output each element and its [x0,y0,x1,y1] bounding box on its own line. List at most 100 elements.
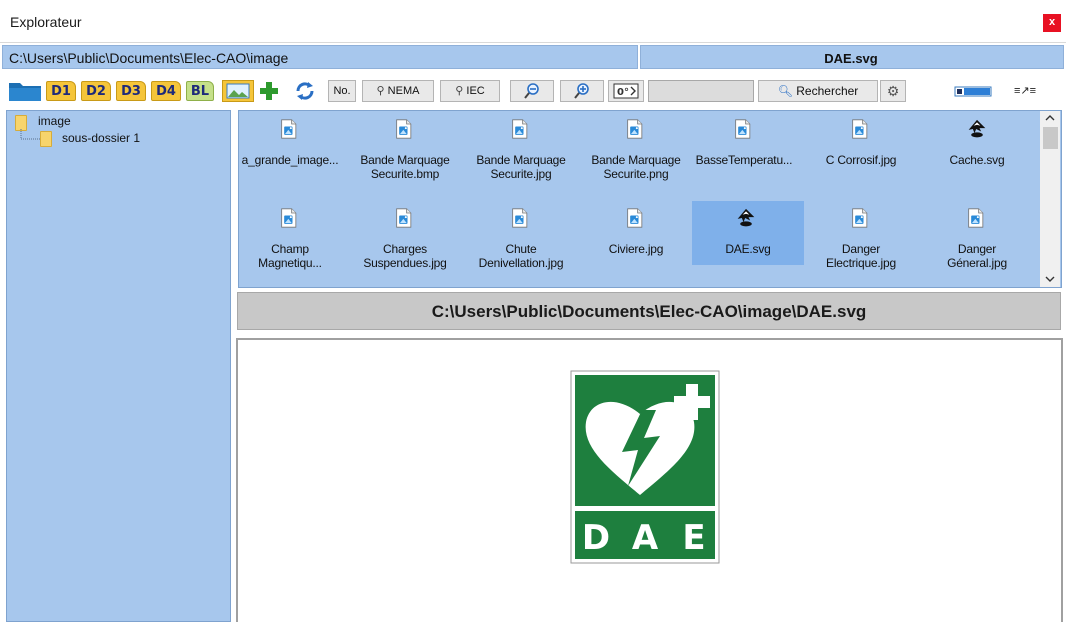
size-slider-icon[interactable] [954,80,992,102]
file-name-line-2: Suspendues.jpg [363,256,447,270]
file-item[interactable]: a_grande_image... [240,112,340,190]
file-name: Champ [271,242,309,256]
file-item[interactable]: BasseTemperatu... [694,112,794,190]
tree-connector [20,129,40,140]
iec-filter-button[interactable]: ⚲ IEC [440,80,500,102]
explorer-window: Explorateur x C:\Users\Public\Documents\… [0,0,1066,622]
dae-letter-a: A [632,518,659,558]
list-view-toggle[interactable]: ≡↗≡ [1014,84,1036,106]
zoom-out-button[interactable] [510,80,554,102]
full-path-bar: C:\Users\Public\Documents\Elec-CAO\image… [237,292,1061,330]
image-file-icon [627,208,643,228]
file-name: Bande Marquage [591,153,681,167]
file-name: Danger [957,242,997,256]
folder-tree [6,110,231,622]
zoom-in-icon [574,83,589,99]
number-button[interactable]: No. [328,80,356,102]
file-item[interactable]: Civiere.jpg [586,201,686,279]
nema-label: NEMA [387,85,420,97]
file-name-line-2: Securite.jpg [490,167,552,181]
selected-file-header: DAE.svg [640,45,1064,69]
file-name: Chute [505,242,537,256]
refresh-icon[interactable] [294,80,316,102]
search-button[interactable]: 🔍︎ Rechercher [758,80,878,102]
tab-d2[interactable]: D2 [81,81,111,101]
folder-icon [40,131,52,147]
rotate-icon: 0° [613,83,639,99]
file-item[interactable]: Charges Suspendues.jpg [355,201,455,279]
file-name-line-2: Denivellation.jpg [478,256,564,270]
zoom-in-button[interactable] [560,80,604,102]
file-name: BasseTemperatu... [695,153,793,167]
filter-icon: ⚲ [376,85,385,97]
current-folder-path-text: C:\Users\Public\Documents\Elec-CAO\image [9,50,289,66]
dae-letter-d: D [582,518,610,558]
image-file-icon [396,208,412,228]
inkscape-icon [968,119,986,138]
dae-sign: D A E [570,370,720,564]
add-icon[interactable] [258,80,280,102]
filter-icon: ⚲ [455,85,464,97]
title-bar: Explorateur x [0,0,1066,43]
file-name: DAE.svg [725,242,771,256]
file-name: a_grande_image... [241,153,339,167]
close-button[interactable]: x [1043,14,1061,32]
rotate-button[interactable]: 0° [608,80,644,102]
full-path-text: C:\Users\Public\Documents\Elec-CAO\image… [431,302,867,321]
file-name: Charges [383,242,427,256]
preview-pane: D A E [236,338,1063,622]
file-item[interactable]: Cache.svg [927,112,1027,190]
image-view-icon[interactable] [222,80,254,102]
file-item[interactable]: Danger Géneral.jpg [927,201,1027,279]
file-item[interactable]: DAE.svg [692,201,804,265]
tab-d3[interactable]: D3 [116,81,146,101]
file-name: Civiere.jpg [608,242,664,256]
image-file-icon [281,208,297,228]
tree-item-image[interactable]: image [38,114,71,128]
zoom-out-icon [524,83,539,99]
file-item[interactable]: Chute Denivellation.jpg [471,201,571,279]
dae-letter-e: E [682,518,705,558]
settings-button[interactable]: ⚙ [880,80,906,102]
search-label: Rechercher [796,84,859,98]
tree-item-sous-dossier-1[interactable]: sous-dossier 1 [62,131,140,145]
image-file-icon [512,208,528,228]
file-name-line-2: Géneral.jpg [947,256,1007,270]
selected-file-name: DAE.svg [824,51,878,66]
image-file-icon [735,119,751,139]
scroll-thumb[interactable] [1043,127,1058,149]
file-item[interactable]: Bande Marquage Securite.jpg [471,112,571,190]
image-file-icon [396,119,412,139]
tab-d4[interactable]: D4 [151,81,181,101]
file-name: Bande Marquage [476,153,566,167]
image-file-icon [968,208,984,228]
search-icon: 🔍︎ [777,84,793,98]
inkscape-icon [737,208,755,227]
file-name-line-2: Magnetiqu... [258,256,322,270]
iec-label: IEC [466,85,485,97]
file-item[interactable]: Champ Magnetiqu... [240,201,340,279]
toolbar: D1 D2 D3 D4 BL No. ⚲ NEMA ⚲ IEC 0° 🔍︎ Re… [0,70,1066,110]
file-name: Cache.svg [949,153,1005,167]
open-folder-icon[interactable] [8,80,42,102]
image-file-icon [627,119,643,139]
image-file-icon [852,208,868,228]
file-item[interactable]: Bande Marquage Securite.png [586,112,686,190]
image-file-icon [852,119,868,139]
file-name: Bande Marquage [360,153,450,167]
search-input[interactable] [648,80,754,102]
file-name: C Corrosif.jpg [825,153,897,167]
nema-filter-button[interactable]: ⚲ NEMA [362,80,434,102]
gear-icon: ⚙ [886,83,900,99]
file-name-line-2: Securite.png [603,167,669,181]
file-name-line-2: Electrique.jpg [826,256,896,270]
tab-d1[interactable]: D1 [46,81,76,101]
svg-text:0°: 0° [617,87,629,98]
window-title: Explorateur [10,14,82,30]
image-file-icon [281,119,297,139]
file-item[interactable]: C Corrosif.jpg [811,112,911,190]
file-item[interactable]: Bande Marquage Securite.bmp [355,112,455,190]
file-name: Danger [841,242,881,256]
tab-bl[interactable]: BL [186,81,214,101]
file-item[interactable]: Danger Electrique.jpg [811,201,911,279]
